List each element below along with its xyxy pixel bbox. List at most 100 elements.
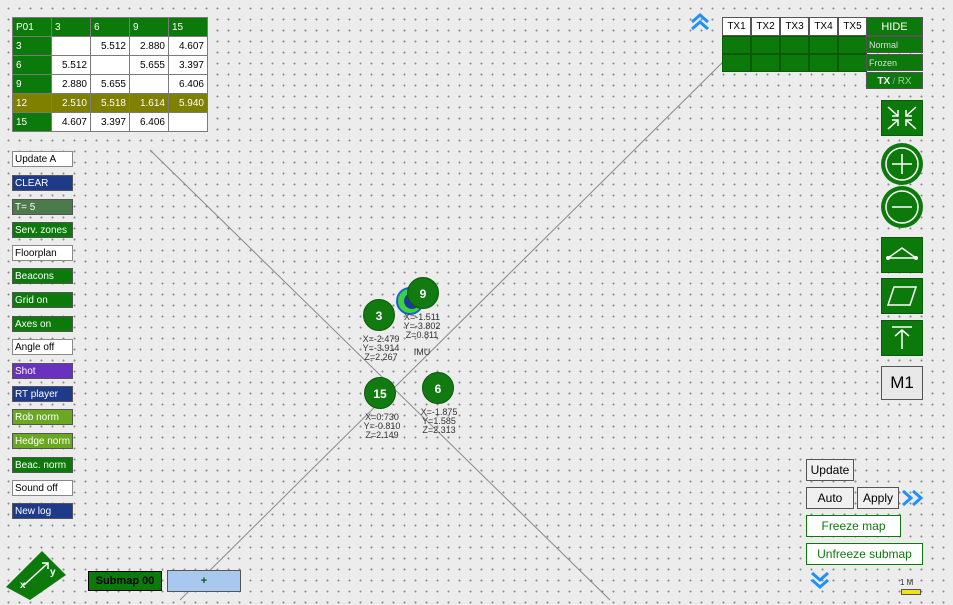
clear-button[interactable]: CLEAR: [12, 175, 73, 191]
table-cell: 5.940: [168, 93, 208, 113]
compass-x-label: x: [20, 580, 26, 591]
beacon-node-6[interactable]: 6: [422, 372, 454, 404]
zoom-in-icon[interactable]: [881, 143, 923, 185]
rob-norm-button[interactable]: Rob norm: [12, 409, 73, 425]
axes-on-button[interactable]: Axes on: [12, 316, 73, 332]
tx-cell[interactable]: [809, 36, 838, 54]
table-cell: 5.512: [90, 36, 130, 56]
table-header-cell: 9: [129, 17, 169, 37]
row-id-cell: 12: [12, 93, 52, 113]
tx-cell[interactable]: [809, 54, 838, 72]
shot-button[interactable]: Shot: [12, 363, 73, 379]
table-cell: [168, 112, 208, 132]
map-canvas[interactable]: P01 3 6 9 15 3 5.512 2.880 4.607 6 5.512…: [0, 0, 953, 605]
tx3-header[interactable]: TX3: [780, 17, 809, 36]
tx-cell[interactable]: [838, 54, 867, 72]
row-id-cell: 3: [12, 36, 52, 56]
beac-norm-button[interactable]: Beac. norm: [12, 457, 73, 473]
axis-line-2: [179, 54, 731, 601]
tx-cell[interactable]: [838, 36, 867, 54]
tx-cell[interactable]: [751, 36, 780, 54]
zoom-out-icon[interactable]: [881, 186, 923, 228]
auto-button[interactable]: Auto: [806, 487, 854, 509]
row-id-cell: 9: [12, 74, 52, 94]
table-cell: 4.607: [51, 112, 91, 132]
tx-rx-separator: /: [892, 76, 896, 86]
expand-right-icon[interactable]: [900, 488, 926, 508]
table-cell: 4.607: [168, 36, 208, 56]
beacon-node-15[interactable]: 15: [364, 377, 396, 409]
table-row: 15 4.607 3.397 6.406: [12, 112, 208, 132]
table-cell: 6.406: [129, 112, 169, 132]
table-cell: 1.614: [129, 93, 169, 113]
rx-label: RX: [897, 76, 912, 87]
table-row: 9 2.880 5.655 6.406: [12, 74, 208, 94]
beacon-coords-9: X=-1.511 Y=-3.802 Z=0.811: [403, 312, 441, 340]
collapse-icon[interactable]: [881, 100, 923, 136]
m1-button[interactable]: M1: [881, 366, 923, 400]
add-submap-button[interactable]: +: [167, 570, 241, 592]
row-id-cell: 6: [12, 55, 52, 75]
table-header-cell: P01: [12, 17, 52, 37]
scale-label: 1 M: [900, 578, 914, 587]
table-header-cell: 3: [51, 17, 91, 37]
floorplan-button[interactable]: Floorplan: [12, 245, 73, 261]
table-cell: [90, 55, 130, 75]
row-id-cell: 15: [12, 112, 52, 132]
table-row: 3 5.512 2.880 4.607: [12, 36, 208, 56]
beacon-node-3[interactable]: 3: [363, 299, 395, 331]
sound-off-button[interactable]: Sound off: [12, 480, 73, 496]
table-cell: 5.518: [90, 93, 130, 113]
hedge-norm-button[interactable]: Hedge norm: [12, 433, 73, 449]
update-a-button[interactable]: Update A: [12, 151, 73, 167]
tx5-header[interactable]: TX5: [838, 17, 867, 36]
tx-cell[interactable]: [722, 54, 751, 72]
table-cell: 3.397: [168, 55, 208, 75]
table-cell: 5.655: [90, 74, 130, 94]
tx-cell[interactable]: [780, 36, 809, 54]
tx-cell[interactable]: [780, 54, 809, 72]
update-button[interactable]: Update: [806, 459, 854, 481]
arrow-up-tool-icon[interactable]: [881, 320, 923, 356]
tx-cell[interactable]: [722, 36, 751, 54]
tx4-header[interactable]: TX4: [809, 17, 838, 36]
new-log-button[interactable]: New log: [12, 503, 73, 519]
beacons-button[interactable]: Beacons: [12, 268, 73, 284]
table-row-highlighted: 12 2.510 5.518 1.614 5.940: [12, 93, 208, 113]
table-cell: 3.397: [90, 112, 130, 132]
table-cell: 5.512: [51, 55, 91, 75]
compass-y-label: y: [50, 567, 56, 578]
freeze-map-button[interactable]: Freeze map: [806, 515, 901, 537]
t-value-button[interactable]: T= 5: [12, 199, 73, 215]
beacon-node-9[interactable]: 9: [407, 277, 439, 309]
submap-button[interactable]: Submap 00: [88, 571, 162, 591]
parallelogram-tool-icon[interactable]: [881, 278, 923, 314]
tx-cell[interactable]: [751, 54, 780, 72]
tx-rx-toggle[interactable]: TX / RX: [866, 72, 923, 89]
scroll-down-icon[interactable]: [809, 570, 831, 590]
table-cell: 6.406: [168, 74, 208, 94]
tx2-header[interactable]: TX2: [751, 17, 780, 36]
serv-zones-button[interactable]: Serv. zones: [12, 222, 73, 238]
normal-mode-button[interactable]: Normal: [866, 36, 923, 53]
angle-tool-icon[interactable]: [881, 237, 923, 273]
tx1-header[interactable]: TX1: [722, 17, 751, 36]
beacon-coords-15: X=0.730 Y=-0.810 Z=2.149: [363, 412, 401, 440]
axis-line-1: [149, 149, 611, 601]
grid-on-button[interactable]: Grid on: [12, 292, 73, 308]
unfreeze-submap-button[interactable]: Unfreeze submap: [806, 543, 923, 565]
rt-player-button[interactable]: RT player: [12, 386, 73, 402]
table-header-cell: 15: [168, 17, 208, 37]
apply-button[interactable]: Apply: [857, 487, 899, 509]
hide-button[interactable]: HIDE: [866, 17, 923, 36]
frozen-mode-button[interactable]: Frozen: [866, 54, 923, 71]
table-cell: 2.880: [129, 36, 169, 56]
beacon-coords-6: X=-1.875 Y=1.585 Z=2.313: [420, 407, 458, 435]
tx-label: TX: [877, 76, 891, 87]
angle-off-button[interactable]: Angle off: [12, 339, 73, 355]
scale-bar: [901, 589, 921, 595]
compass-icon: [6, 545, 68, 600]
table-cell: [51, 36, 91, 56]
scroll-up-icon[interactable]: [689, 13, 711, 31]
distance-table: P01 3 6 9 15 3 5.512 2.880 4.607 6 5.512…: [12, 17, 208, 132]
